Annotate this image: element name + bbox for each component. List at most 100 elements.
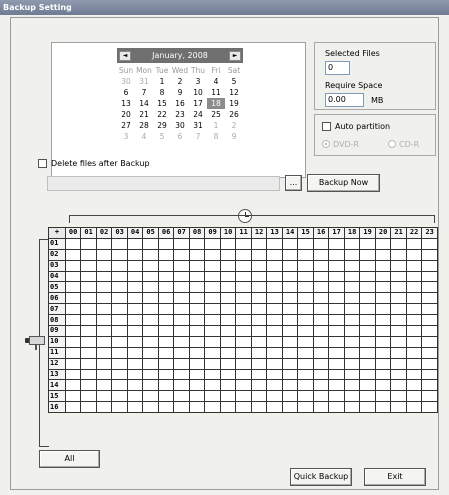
schedule-cell[interactable] — [405, 346, 423, 359]
schedule-cell[interactable] — [359, 335, 376, 348]
schedule-cell[interactable] — [297, 390, 314, 403]
schedule-cell[interactable] — [80, 357, 97, 370]
schedule-cell[interactable] — [111, 292, 128, 305]
schedule-cell[interactable] — [64, 335, 82, 348]
delete-files-checkbox[interactable] — [38, 159, 47, 168]
schedule-cell[interactable] — [111, 314, 128, 327]
schedule-cell[interactable] — [312, 357, 330, 370]
backup-path-field[interactable] — [47, 176, 280, 191]
schedule-cell[interactable] — [173, 270, 190, 283]
schedule-cell[interactable] — [266, 401, 283, 414]
schedule-cell[interactable] — [95, 270, 113, 283]
schedule-cell[interactable] — [250, 390, 268, 403]
schedule-cell[interactable] — [157, 314, 175, 327]
channel-header[interactable]: 08 — [48, 314, 66, 327]
calendar-day[interactable]: 27 — [117, 120, 135, 131]
schedule-cell[interactable] — [374, 325, 392, 337]
schedule-cell[interactable] — [266, 292, 283, 305]
calendar-day[interactable]: 22 — [153, 109, 171, 120]
schedule-cell[interactable] — [250, 281, 268, 294]
schedule-cell[interactable] — [405, 401, 423, 414]
schedule-cell[interactable] — [343, 303, 361, 316]
calendar-day[interactable]: 30 — [117, 76, 135, 87]
schedule-cell[interactable] — [204, 292, 221, 305]
schedule-cell[interactable] — [250, 401, 268, 414]
prev-month-button[interactable]: ◄ — [119, 51, 131, 61]
schedule-cell[interactable] — [281, 379, 299, 392]
schedule-cell[interactable] — [421, 237, 438, 250]
schedule-cell[interactable] — [64, 346, 82, 359]
schedule-cell[interactable] — [157, 368, 175, 381]
schedule-cell[interactable] — [421, 335, 438, 348]
schedule-cell[interactable] — [142, 292, 159, 305]
schedule-cell[interactable] — [64, 368, 82, 381]
schedule-cell[interactable] — [64, 303, 82, 316]
schedule-cell[interactable] — [343, 368, 361, 381]
schedule-cell[interactable] — [374, 248, 392, 261]
schedule-cell[interactable] — [111, 248, 128, 261]
schedule-cell[interactable] — [219, 325, 237, 337]
schedule-cell[interactable] — [359, 368, 376, 381]
schedule-cell[interactable] — [204, 335, 221, 348]
schedule-cell[interactable] — [142, 335, 159, 348]
cd-r-radio[interactable] — [388, 140, 396, 148]
calendar-day[interactable]: 23 — [171, 109, 189, 120]
schedule-cell[interactable] — [312, 346, 330, 359]
schedule-cell[interactable] — [95, 357, 113, 370]
schedule-cell[interactable] — [173, 390, 190, 403]
calendar-day[interactable]: 7 — [135, 87, 153, 98]
schedule-cell[interactable] — [80, 335, 97, 348]
schedule-cell[interactable] — [281, 314, 299, 327]
schedule-cell[interactable] — [297, 270, 314, 283]
channel-header[interactable]: 16 — [48, 401, 66, 414]
channel-header[interactable]: 14 — [48, 379, 66, 392]
schedule-cell[interactable] — [64, 401, 82, 414]
schedule-cell[interactable] — [157, 248, 175, 261]
schedule-cell[interactable] — [204, 379, 221, 392]
schedule-cell[interactable] — [266, 314, 283, 327]
hour-header[interactable]: 07 — [173, 227, 190, 239]
schedule-cell[interactable] — [188, 390, 206, 403]
schedule-cell[interactable] — [126, 368, 144, 381]
calendar-day[interactable]: 30 — [171, 120, 189, 131]
hour-header[interactable]: 16 — [312, 227, 330, 239]
schedule-cell[interactable] — [359, 325, 376, 337]
schedule-cell[interactable] — [405, 368, 423, 381]
schedule-cell[interactable] — [80, 270, 97, 283]
schedule-cell[interactable] — [359, 379, 376, 392]
schedule-cell[interactable] — [266, 270, 283, 283]
hour-header[interactable]: 04 — [126, 227, 144, 239]
schedule-cell[interactable] — [219, 303, 237, 316]
schedule-cell[interactable] — [421, 379, 438, 392]
schedule-cell[interactable] — [281, 270, 299, 283]
schedule-cell[interactable] — [297, 401, 314, 414]
schedule-cell[interactable] — [126, 303, 144, 316]
hour-header[interactable]: 09 — [204, 227, 221, 239]
schedule-cell[interactable] — [204, 314, 221, 327]
schedule-cell[interactable] — [405, 357, 423, 370]
schedule-cell[interactable] — [343, 335, 361, 348]
schedule-cell[interactable] — [95, 390, 113, 403]
calendar-day[interactable]: 4 — [135, 131, 153, 142]
next-month-button[interactable]: ► — [229, 51, 241, 61]
schedule-cell[interactable] — [312, 281, 330, 294]
schedule-cell[interactable] — [328, 270, 345, 283]
schedule-cell[interactable] — [250, 368, 268, 381]
schedule-cell[interactable] — [281, 237, 299, 250]
schedule-cell[interactable] — [359, 314, 376, 327]
schedule-cell[interactable] — [281, 346, 299, 359]
schedule-cell[interactable] — [188, 281, 206, 294]
schedule-cell[interactable] — [343, 281, 361, 294]
calendar-day[interactable]: 28 — [135, 120, 153, 131]
schedule-cell[interactable] — [359, 270, 376, 283]
schedule-cell[interactable] — [64, 270, 82, 283]
schedule-cell[interactable] — [312, 325, 330, 337]
schedule-cell[interactable] — [250, 303, 268, 316]
schedule-cell[interactable] — [188, 368, 206, 381]
schedule-cell[interactable] — [281, 390, 299, 403]
schedule-cell[interactable] — [281, 248, 299, 261]
calendar-day[interactable]: 16 — [171, 98, 189, 109]
calendar-day[interactable]: 6 — [117, 87, 135, 98]
schedule-cell[interactable] — [390, 248, 407, 261]
schedule-cell[interactable] — [126, 248, 144, 261]
